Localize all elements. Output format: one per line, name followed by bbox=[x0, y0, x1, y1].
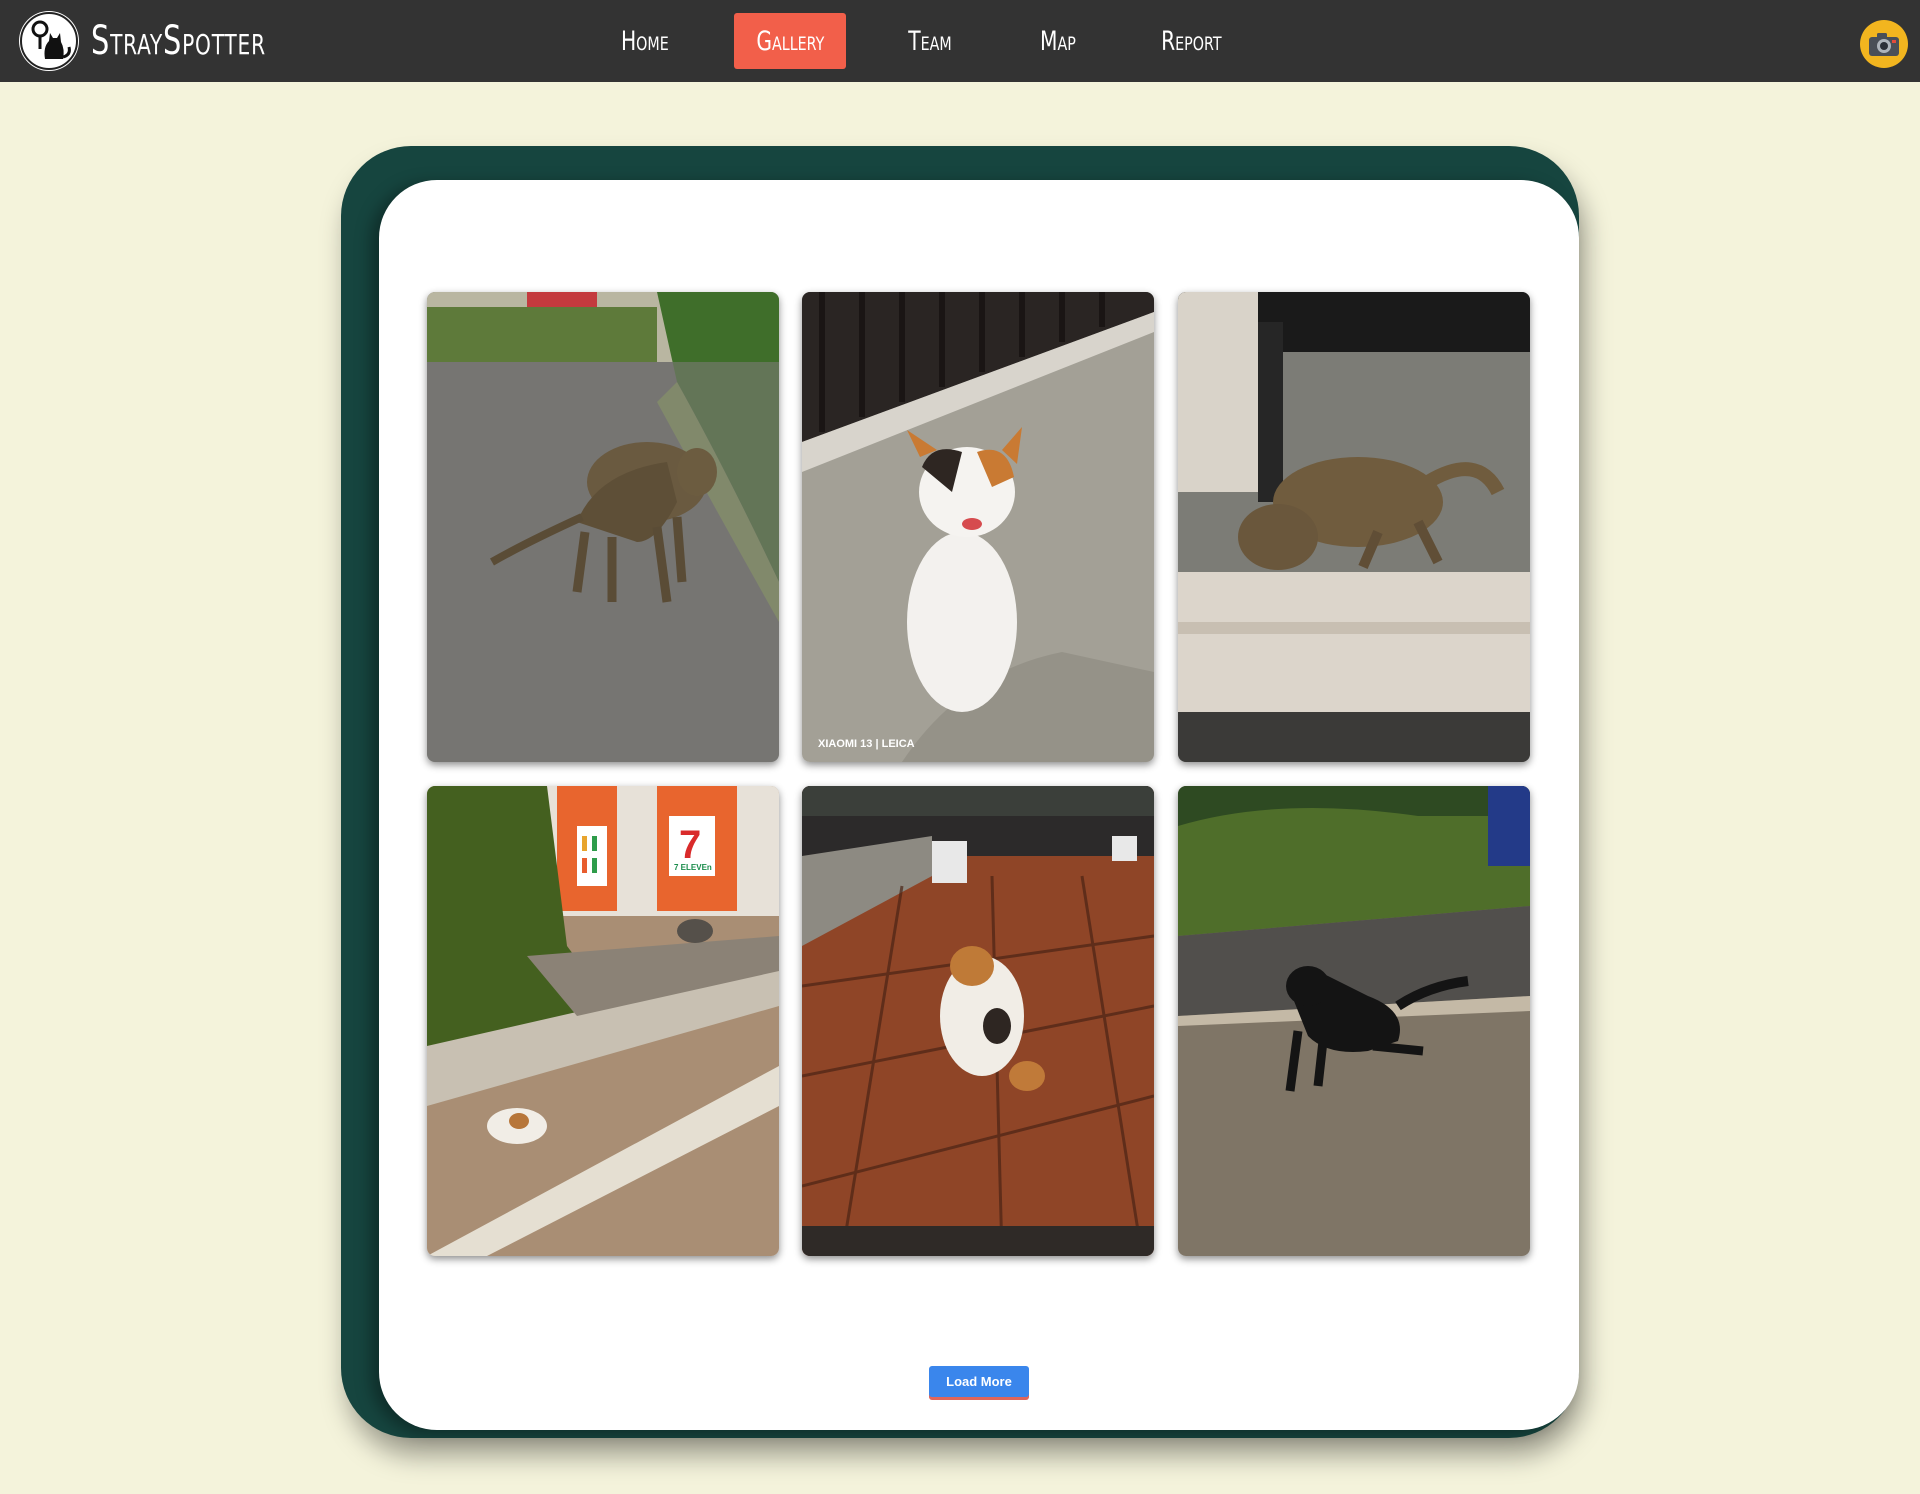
load-more-button[interactable]: Load More bbox=[929, 1366, 1029, 1397]
nav-item-gallery[interactable]: Gallery bbox=[734, 13, 846, 69]
gallery-photo-6[interactable] bbox=[1178, 786, 1530, 1256]
photo-watermark: XIAOMI 13 | LEICA bbox=[818, 738, 915, 750]
nav-item-report[interactable]: Report bbox=[1145, 13, 1237, 69]
svg-text:7: 7 bbox=[679, 823, 701, 867]
gallery-photo-5[interactable] bbox=[802, 786, 1154, 1256]
navbar: StraySpotter Home Gallery Team Map Repor… bbox=[0, 0, 1920, 82]
nav-links: Home Gallery Team Map Report bbox=[0, 0, 1920, 82]
camera-icon bbox=[1869, 33, 1899, 56]
gallery-photo-4[interactable]: 7 7 ELEVEn bbox=[427, 786, 779, 1256]
camera-button[interactable] bbox=[1860, 20, 1908, 68]
nav-item-home[interactable]: Home bbox=[600, 13, 690, 69]
gallery-photo-1[interactable] bbox=[427, 292, 779, 762]
gallery-photo-2[interactable]: XIAOMI 13 | LEICA bbox=[802, 292, 1154, 762]
store-sign: 7 ELEVEn bbox=[674, 863, 712, 872]
nav-item-map[interactable]: Map bbox=[1020, 13, 1095, 69]
nav-item-team[interactable]: Team bbox=[890, 13, 970, 69]
gallery-photo-3[interactable] bbox=[1178, 292, 1530, 762]
